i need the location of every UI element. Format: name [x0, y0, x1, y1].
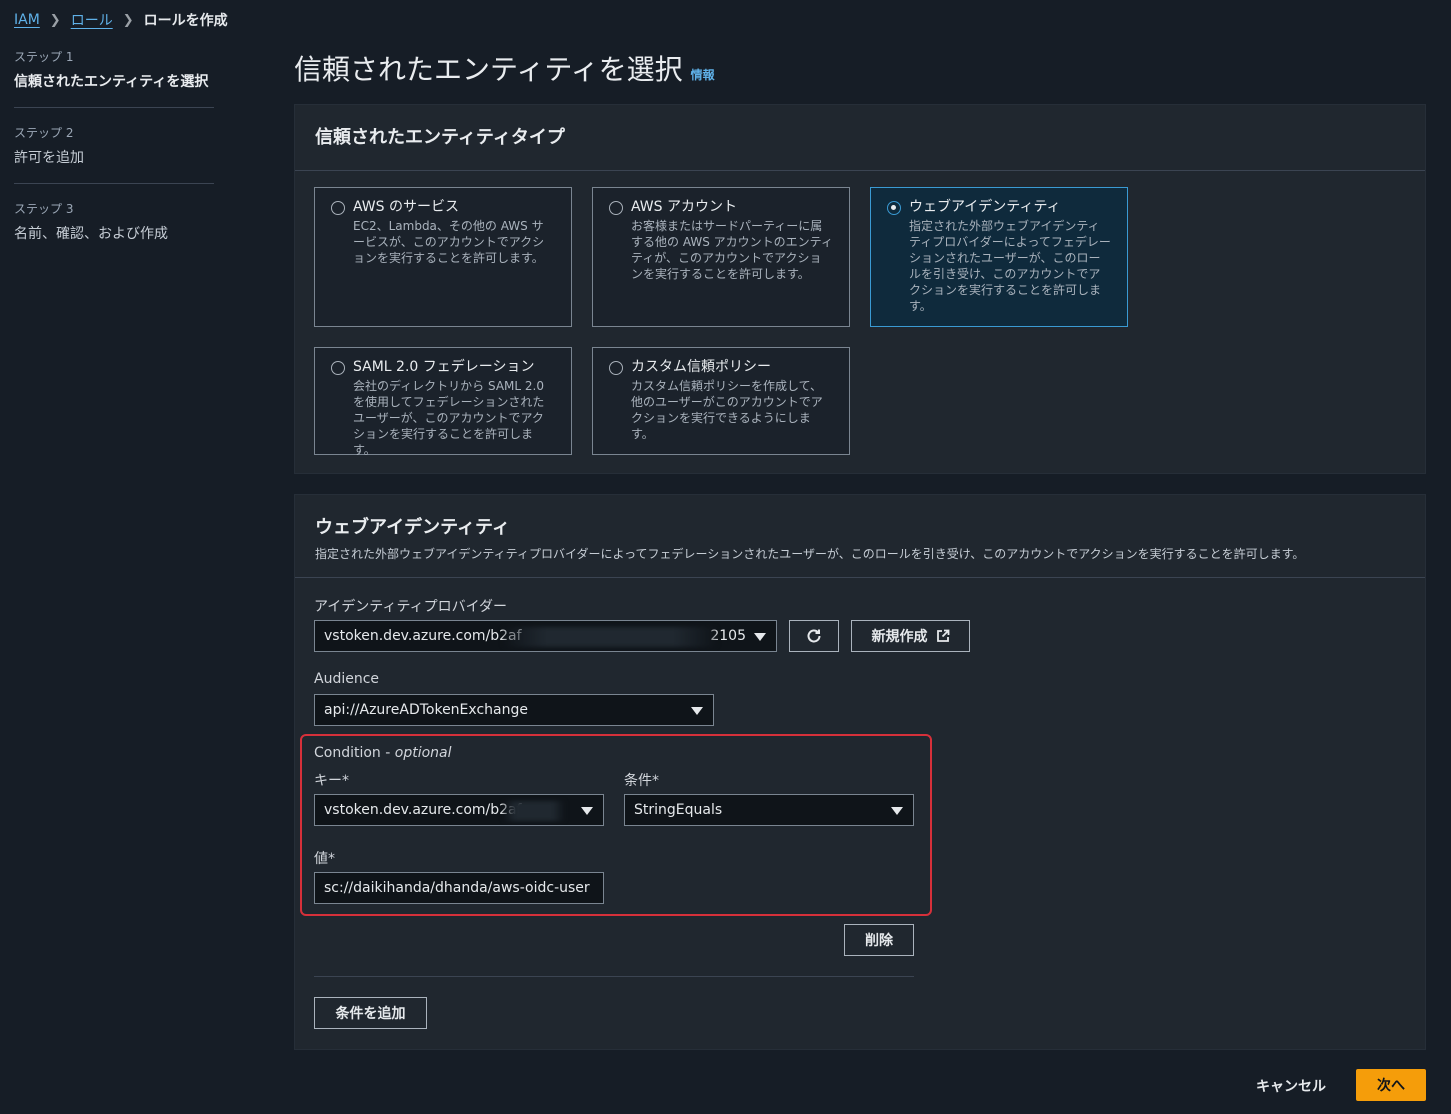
create-new-label: 新規作成 [871, 629, 928, 645]
audience-label: Audience [314, 671, 380, 687]
panel-title: 信頼されたエンティティタイプ [315, 127, 565, 148]
entity-type-panel: 信頼されたエンティティタイプ AWS のサービス EC2、Lambda、その他の… [294, 104, 1426, 474]
card-aws-service[interactable]: AWS のサービス EC2、Lambda、その他の AWS サービスが、このアカ… [314, 187, 572, 327]
panel-header: ウェブアイデンティティ 指定された外部ウェブアイデンティティプロバイダーによって… [295, 495, 1425, 578]
card-description: EC2、Lambda、その他の AWS サービスが、このアカウントでアクションを… [353, 219, 545, 265]
condition-label-text: Condition - [314, 745, 395, 761]
operator-value: StringEquals [634, 802, 723, 818]
card-description: 指定された外部ウェブアイデンティティプロバイダーによってフェデレーションされたユ… [909, 219, 1111, 313]
radio-button[interactable] [331, 201, 345, 215]
cancel-button[interactable]: キャンセル [1250, 1070, 1332, 1102]
panel-header: 信頼されたエンティティタイプ [295, 105, 1425, 171]
breadcrumb-roles[interactable]: ロール [71, 10, 113, 30]
card-description: カスタム信頼ポリシーを作成して、他のユーザーがこのアカウントでアクションを実行で… [631, 379, 823, 441]
card-web-identity[interactable]: ウェブアイデンティティ 指定された外部ウェブアイデンティティプロバイダーによって… [870, 187, 1128, 327]
step-1: ステップ 1 信頼されたエンティティを選択 [14, 48, 214, 108]
card-title: SAML 2.0 フェデレーション [353, 359, 535, 375]
info-link[interactable]: 情報 [691, 66, 715, 83]
step-number: ステップ 2 [14, 126, 74, 140]
add-condition-label: 条件を追加 [335, 1006, 406, 1022]
card-title: AWS アカウント [631, 199, 737, 215]
chevron-right-icon: ❯ [122, 12, 134, 28]
panel-description: 指定された外部ウェブアイデンティティプロバイダーによってフェデレーションされたユ… [315, 547, 1305, 561]
step-number: ステップ 1 [14, 50, 74, 64]
breadcrumb-current: ロールを作成 [143, 13, 228, 29]
breadcrumb-iam[interactable]: IAM [14, 12, 40, 28]
key-select[interactable]: vstoken.dev.azure.com/b2af [314, 794, 604, 826]
provider-value-start: vstoken.dev.azure.com/b2af [324, 628, 522, 644]
card-description: お客様またはサードパーティーに属する他の AWS アカウントのエンティティが、こ… [631, 219, 833, 281]
radio-button[interactable] [609, 361, 623, 375]
value-label: 値* [314, 851, 335, 867]
card-saml-federation[interactable]: SAML 2.0 フェデレーション 会社のディレクトリから SAML 2.0 を… [314, 347, 572, 457]
card-aws-account[interactable]: AWS アカウント お客様またはサードパーティーに属する他の AWS アカウント… [592, 187, 850, 327]
next-button[interactable]: 次へ [1356, 1069, 1426, 1101]
caret-down-icon [581, 807, 593, 815]
audience-value: api://AzureADTokenExchange [324, 702, 528, 718]
key-label: キー* [314, 773, 349, 789]
card-title: AWS のサービス [353, 199, 459, 215]
step-number: ステップ 3 [14, 202, 74, 216]
key-value: vstoken.dev.azure.com/b2af [324, 802, 522, 818]
provider-select[interactable]: vstoken.dev.azure.com/b2af 2105 [314, 620, 777, 652]
add-condition-button[interactable]: 条件を追加 [314, 997, 427, 1029]
value-input[interactable] [314, 872, 604, 904]
caret-down-icon [891, 807, 903, 815]
breadcrumb: IAM ❯ ロール ❯ ロールを作成 [14, 10, 228, 30]
condition-label: Condition - optional [314, 745, 452, 761]
card-title: カスタム信頼ポリシー [631, 359, 771, 375]
card-title: ウェブアイデンティティ [909, 199, 1061, 215]
operator-label: 条件* [624, 773, 659, 789]
card-description: 会社のディレクトリから SAML 2.0 を使用してフェデレーションされたユーザ… [353, 379, 545, 457]
card-custom-trust-policy[interactable]: カスタム信頼ポリシー カスタム信頼ポリシーを作成して、他のユーザーがこのアカウン… [592, 347, 850, 455]
provider-label: アイデンティティプロバイダー [314, 599, 508, 615]
step-title: 信頼されたエンティティを選択 [14, 74, 209, 90]
caret-down-icon [691, 707, 703, 715]
delete-button[interactable]: 削除 [844, 924, 914, 956]
audience-select[interactable]: api://AzureADTokenExchange [314, 694, 714, 726]
delete-label: 削除 [865, 933, 893, 949]
radio-button-selected[interactable] [887, 201, 901, 215]
divider [314, 976, 914, 977]
chevron-right-icon: ❯ [49, 12, 61, 28]
page-title: 信頼されたエンティティを選択 [294, 53, 683, 86]
step-3: ステップ 3 名前、確認、および作成 [14, 200, 214, 259]
create-new-button[interactable]: 新規作成 [851, 620, 970, 652]
radio-button[interactable] [331, 361, 345, 375]
step-title: 許可を追加 [14, 150, 84, 166]
redaction-blur [503, 627, 717, 647]
panel-title: ウェブアイデンティティ [315, 517, 510, 538]
page-header: 信頼されたエンティティを選択 情報 [294, 48, 715, 88]
step-2: ステップ 2 許可を追加 [14, 124, 214, 184]
optional-text: optional [394, 745, 452, 761]
external-link-icon [936, 629, 949, 642]
wizard-steps: ステップ 1 信頼されたエンティティを選択 ステップ 2 許可を追加 ステップ … [14, 48, 214, 275]
refresh-icon [807, 629, 821, 643]
operator-select[interactable]: StringEquals [624, 794, 914, 826]
redaction-blur [503, 801, 565, 821]
step-title: 名前、確認、および作成 [14, 226, 168, 242]
caret-down-icon [754, 633, 766, 641]
radio-button[interactable] [609, 201, 623, 215]
refresh-button[interactable] [789, 620, 839, 652]
